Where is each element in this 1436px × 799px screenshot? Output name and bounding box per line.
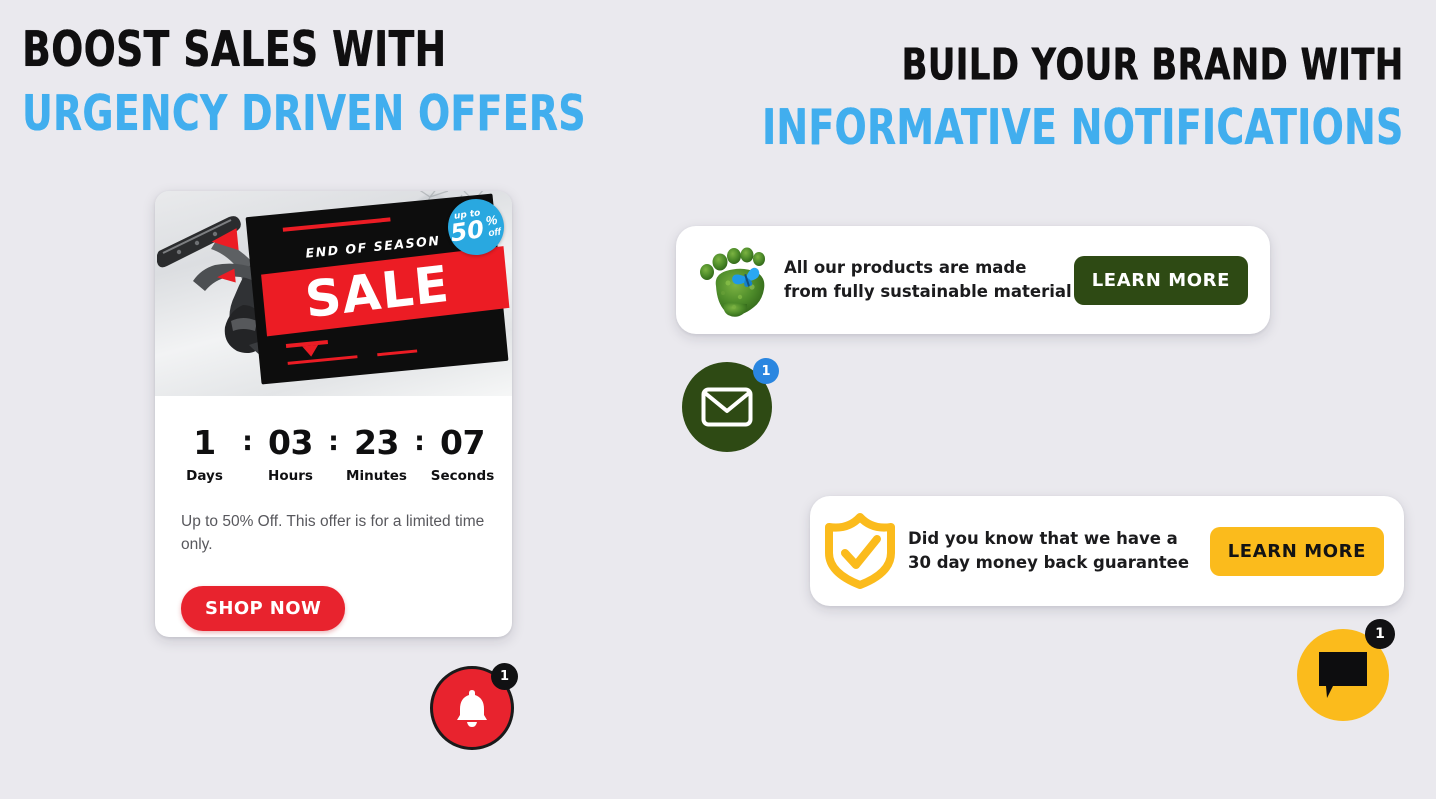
learn-more-sustainable-button[interactable]: LEARN MORE: [1073, 255, 1248, 305]
envelope-icon: [701, 387, 753, 427]
notification-sustainable-line1: All our products are made: [784, 258, 1027, 278]
discount-badge-number: 50: [448, 215, 486, 248]
promo-card-image: END OF SEASON SALE up to 50 % off: [155, 191, 512, 396]
countdown-unit-hours: 03 Hours: [257, 426, 325, 484]
promo-description: Up to 50% Off. This offer is for a limit…: [181, 513, 485, 554]
banner-arrow-2: [216, 268, 236, 285]
notification-guarantee-text: Did you know that we have a 30 day money…: [908, 527, 1210, 575]
discount-badge-off: off: [487, 226, 502, 240]
chat-bubble-button[interactable]: 1: [1297, 619, 1395, 721]
countdown-separator-3: :: [414, 426, 425, 457]
left-headline: BOOST SALES WITH URGENCY DRIVEN OFFERS: [22, 26, 622, 139]
notification-bell-button[interactable]: 1: [430, 663, 518, 750]
learn-more-guarantee-button[interactable]: LEARN MORE: [1209, 526, 1384, 576]
countdown-seconds-label: Seconds: [430, 468, 495, 484]
notification-card-sustainable: All our products are made from fully sus…: [676, 226, 1270, 334]
bell-badge-count: 1: [491, 663, 518, 690]
shop-now-button[interactable]: SHOP NOW: [181, 585, 346, 631]
promo-cta-wrapper: SHOP NOW: [155, 557, 512, 631]
chat-bubble-icon: [1319, 652, 1367, 698]
promo-card: END OF SEASON SALE up to 50 % off 1 Days…: [155, 191, 512, 637]
countdown-hours-label: Hours: [268, 468, 313, 484]
right-headline: BUILD YOUR BRAND WITH INFORMATIVE NOTIFI…: [721, 43, 1404, 152]
right-headline-line1: BUILD YOUR BRAND WITH: [901, 40, 1404, 91]
countdown-minutes-value: 23: [354, 423, 399, 462]
message-envelope-button[interactable]: 1: [682, 358, 779, 452]
left-headline-line2: URGENCY DRIVEN OFFERS: [22, 85, 586, 143]
countdown-days-value: 1: [193, 423, 216, 462]
notification-sustainable-line2: from fully sustainable material: [784, 282, 1072, 301]
notification-card-guarantee: Did you know that we have a 30 day money…: [810, 496, 1404, 606]
left-headline-line1: BOOST SALES WITH: [22, 21, 447, 79]
countdown-separator-2: :: [328, 426, 339, 457]
discount-badge-percent: %: [484, 212, 499, 229]
countdown-unit-seconds: 07 Seconds: [429, 426, 497, 484]
countdown-unit-minutes: 23 Minutes: [343, 426, 411, 484]
bell-icon: [457, 690, 487, 727]
countdown-minutes-label: Minutes: [346, 468, 407, 484]
countdown-days-label: Days: [186, 468, 223, 484]
mail-badge-count: 1: [753, 358, 779, 384]
countdown-hours-value: 03: [268, 423, 313, 462]
countdown-seconds-value: 07: [440, 423, 485, 462]
chat-badge-count: 1: [1365, 619, 1395, 649]
countdown-timer: 1 Days : 03 Hours : 23 Minutes : 07 Seco…: [155, 396, 512, 484]
notification-sustainable-text: All our products are made from fully sus…: [784, 256, 1074, 304]
shield-check-icon-wrapper: [824, 513, 896, 589]
banner-arrow-1: [210, 228, 239, 253]
green-footprint-icon: [700, 247, 765, 317]
countdown-unit-days: 1 Days: [171, 426, 239, 484]
shield-check-icon: [825, 513, 895, 589]
countdown-separator-1: :: [242, 426, 253, 457]
notification-guarantee-line1: Did you know that we have a: [908, 529, 1178, 549]
green-footprint-icon-wrapper: [690, 241, 772, 319]
right-headline-line2: INFORMATIVE NOTIFICATIONS: [762, 99, 1404, 157]
notification-guarantee-line2: 30 day money back guarantee: [908, 553, 1190, 572]
banner-arrow-3: [302, 344, 320, 358]
